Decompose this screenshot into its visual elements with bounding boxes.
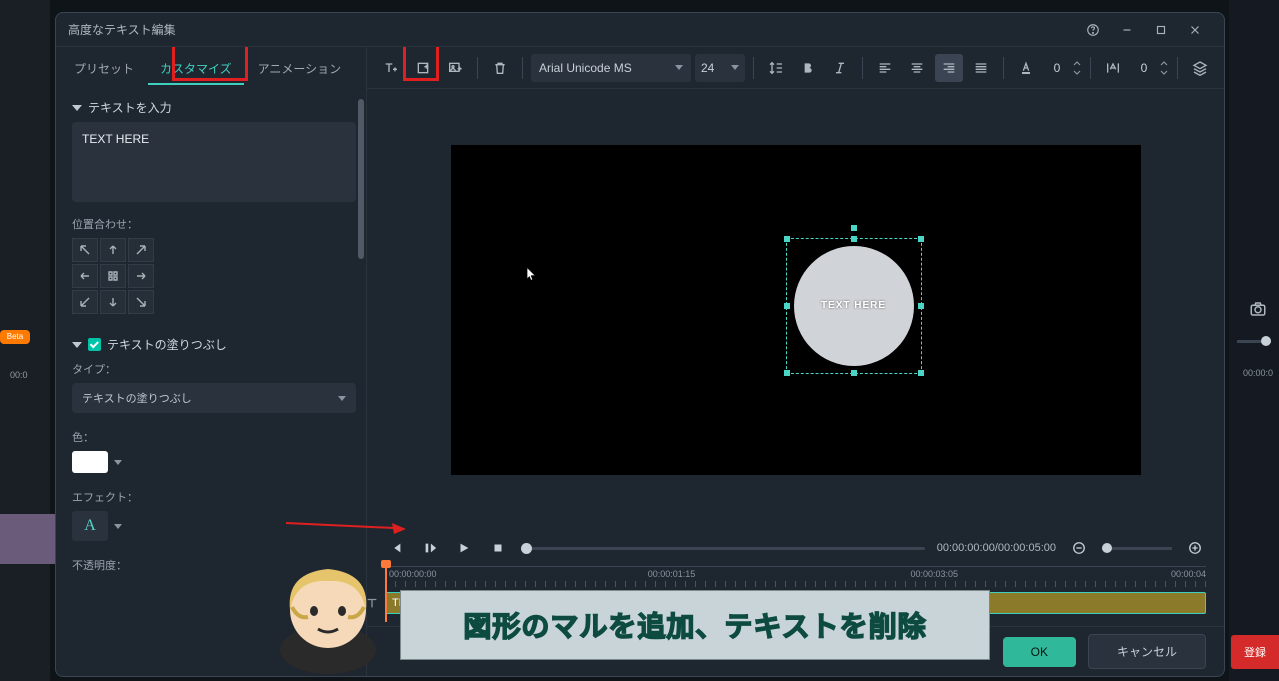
- playbar: 00:00:00:00/00:00:05:00: [367, 530, 1224, 566]
- video-caption: 図形のマルを追加、テキストを削除: [400, 590, 990, 660]
- ok-button[interactable]: OK: [1003, 637, 1076, 667]
- tracking-value: 0: [1044, 61, 1070, 75]
- align-right-icon[interactable]: [935, 54, 963, 82]
- text-editor-modal: 高度なテキスト編集 プリセット カスタマイズ アニメーション テキストを入力 T…: [55, 12, 1225, 677]
- align-grid: [72, 238, 356, 314]
- sidebar-scrollbar[interactable]: [358, 99, 364, 259]
- help-icon[interactable]: [1076, 17, 1110, 43]
- chevron-down-icon: [731, 65, 739, 70]
- align-top-left[interactable]: [72, 238, 98, 262]
- effect-select[interactable]: A: [72, 511, 108, 541]
- align-center[interactable]: [100, 264, 126, 288]
- fill-type-value: テキストの塗りつぶし: [82, 390, 192, 406]
- section-text-input[interactable]: テキストを入力: [72, 99, 356, 116]
- maximize-icon[interactable]: [1144, 17, 1178, 43]
- chevron-down-icon[interactable]: [114, 460, 122, 465]
- align-right[interactable]: [128, 264, 154, 288]
- align-justify-icon[interactable]: [967, 54, 995, 82]
- close-icon[interactable]: [1178, 17, 1212, 43]
- size-value: 24: [701, 61, 714, 75]
- delete-icon[interactable]: [486, 54, 514, 82]
- align-bottom-right[interactable]: [128, 290, 154, 314]
- preview-area[interactable]: TEXT HERE: [367, 89, 1224, 530]
- color-swatch[interactable]: [72, 451, 108, 473]
- chevron-down-icon[interactable]: [114, 524, 122, 529]
- mouse-cursor-icon: [526, 267, 536, 281]
- sidebar-tabs: プリセット カスタマイズ アニメーション: [56, 47, 366, 87]
- align-center-icon[interactable]: [903, 54, 931, 82]
- color-label: 色：: [72, 429, 356, 445]
- align-bottom-left[interactable]: [72, 290, 98, 314]
- timeline-ruler[interactable]: 00:00:00:00 00:00:01:15 00:00:03:05 00:0…: [385, 566, 1206, 588]
- right-strip: 00:00:0: [1229, 0, 1279, 681]
- leading-input[interactable]: 0: [1131, 59, 1169, 77]
- align-left[interactable]: [72, 264, 98, 288]
- align-bottom[interactable]: [100, 290, 126, 314]
- minimize-icon[interactable]: [1110, 17, 1144, 43]
- line-height-icon[interactable]: [762, 54, 790, 82]
- bg-timecode-left: 00:0: [10, 370, 28, 380]
- prev-frame-icon[interactable]: [385, 537, 407, 559]
- add-text-icon[interactable]: [377, 54, 405, 82]
- beta-badge: Beta: [0, 330, 30, 344]
- zoom-slider[interactable]: [1102, 547, 1172, 550]
- add-image-icon[interactable]: [441, 54, 469, 82]
- italic-icon[interactable]: [826, 54, 854, 82]
- register-badge[interactable]: 登録: [1231, 635, 1279, 669]
- zoom-in-icon[interactable]: [1184, 537, 1206, 559]
- selection-box[interactable]: [786, 238, 922, 374]
- chevron-down-icon: [72, 342, 82, 348]
- chevron-down-icon: [338, 396, 346, 401]
- zoom-out-icon[interactable]: [1068, 537, 1090, 559]
- align-label: 位置合わせ：: [72, 216, 356, 232]
- align-left-icon[interactable]: [871, 54, 899, 82]
- play-pause-icon[interactable]: [419, 537, 441, 559]
- font-value: Arial Unicode MS: [539, 61, 632, 75]
- layers-icon[interactable]: [1186, 54, 1214, 82]
- tick-2: 00:00:03:05: [910, 569, 958, 579]
- bold-icon[interactable]: [794, 54, 822, 82]
- tick-3: 00:00:04: [1171, 569, 1206, 579]
- size-select[interactable]: 24: [695, 54, 745, 82]
- chevron-down-icon: [675, 65, 683, 70]
- seek-bar[interactable]: [521, 547, 925, 550]
- annotation-highlight-toolbar: [403, 47, 439, 81]
- stop-icon[interactable]: [487, 537, 509, 559]
- effect-label: エフェクト：: [72, 489, 356, 505]
- main-panel: Arial Unicode MS 24 0: [367, 47, 1224, 676]
- leading-value: 0: [1131, 61, 1157, 75]
- section-fill[interactable]: テキストの塗りつぶし: [72, 336, 356, 353]
- section-fill-label: テキストの塗りつぶし: [107, 336, 227, 353]
- tab-preset[interactable]: プリセット: [62, 54, 146, 85]
- window-title: 高度なテキスト編集: [68, 21, 1076, 38]
- tick-1: 00:00:01:15: [648, 569, 696, 579]
- bg-timecode-right: 00:00:0: [1243, 368, 1273, 378]
- cancel-button[interactable]: キャンセル: [1088, 634, 1206, 669]
- play-icon[interactable]: [453, 537, 475, 559]
- preview-stage[interactable]: TEXT HERE: [451, 145, 1141, 475]
- chevron-down-icon: [72, 105, 82, 111]
- timecode: 00:00:00:00/00:00:05:00: [937, 542, 1056, 554]
- fill-checkbox[interactable]: [88, 338, 101, 351]
- toolbar: Arial Unicode MS 24 0: [367, 47, 1224, 89]
- avatar-illustration: [268, 555, 388, 675]
- annotation-arrow: [286, 515, 406, 535]
- zoom-slider[interactable]: [1237, 340, 1271, 343]
- type-label: タイプ：: [72, 361, 356, 377]
- bg-purple-clip: [0, 514, 60, 564]
- align-top-right[interactable]: [128, 238, 154, 262]
- char-spacing-icon[interactable]: [1099, 54, 1127, 82]
- tab-animation[interactable]: アニメーション: [246, 54, 354, 85]
- align-top[interactable]: [100, 238, 126, 262]
- text-color-icon[interactable]: [1012, 54, 1040, 82]
- tracking-input[interactable]: 0: [1044, 59, 1082, 77]
- section-text-input-label: テキストを入力: [88, 99, 172, 116]
- font-select[interactable]: Arial Unicode MS: [531, 54, 691, 82]
- camera-icon[interactable]: [1249, 300, 1267, 323]
- titlebar: 高度なテキスト編集: [56, 13, 1224, 47]
- text-input[interactable]: TEXT HERE: [72, 122, 356, 202]
- annotation-highlight-tab: [172, 47, 248, 81]
- tick-0: 00:00:00:00: [389, 569, 437, 579]
- fill-type-select[interactable]: テキストの塗りつぶし: [72, 383, 356, 413]
